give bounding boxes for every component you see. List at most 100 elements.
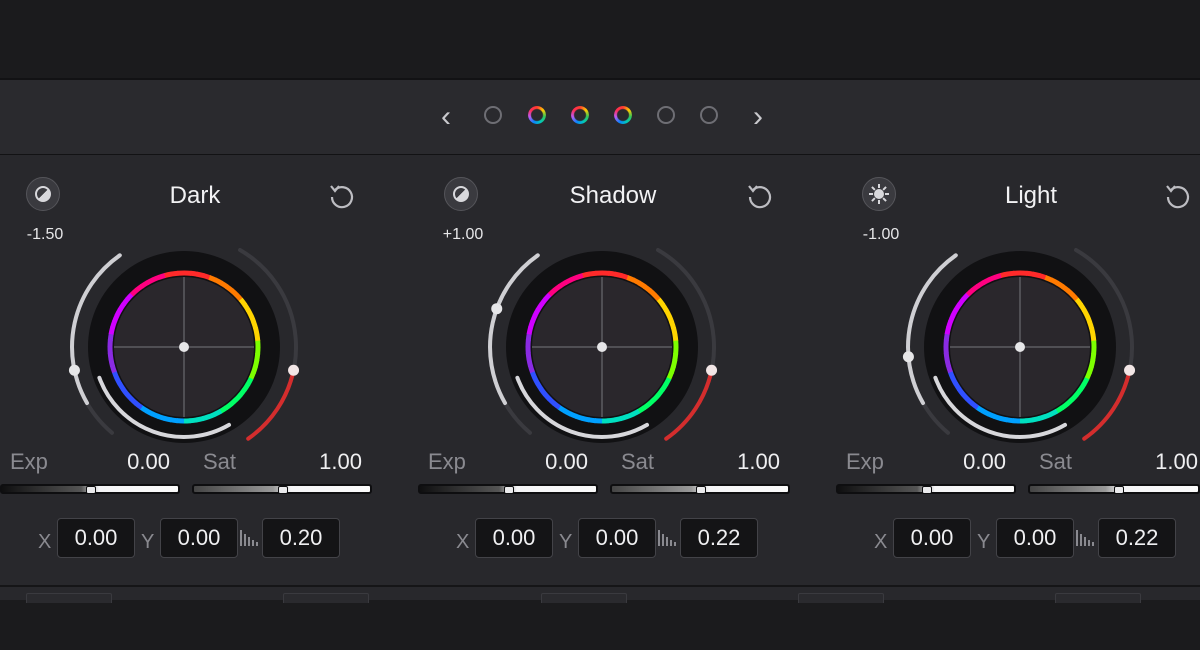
hue-knob[interactable] <box>706 364 718 376</box>
hue-ring-segment <box>109 364 117 374</box>
hue-ring-segment <box>535 382 544 391</box>
color-wheel[interactable] <box>64 227 304 467</box>
hue-ring-segment <box>945 364 953 374</box>
falloff-field[interactable]: 0.22 <box>1098 518 1176 558</box>
hue-ring-segment <box>112 313 120 323</box>
hue-ring-segment <box>981 408 990 417</box>
hue-ring-segment <box>993 272 1003 280</box>
sat-slider[interactable] <box>610 484 790 494</box>
exp-slider-handle[interactable] <box>504 486 514 494</box>
reset-icon[interactable] <box>326 180 358 212</box>
bottom-tab[interactable] <box>541 593 627 603</box>
bottom-bar <box>0 600 1200 650</box>
y-field[interactable]: 0.00 <box>578 518 656 558</box>
hue-ring-segment <box>248 371 256 381</box>
hue-ring-segment <box>114 308 123 317</box>
hue-ring-segment <box>107 352 114 361</box>
reset-icon[interactable] <box>744 180 776 212</box>
hue-ring-segment <box>608 270 617 277</box>
hue-ring-segment <box>117 302 126 312</box>
page-dot-2[interactable] <box>528 106 546 124</box>
bottom-tab[interactable] <box>1055 593 1141 603</box>
hue-ring-segment <box>663 308 672 318</box>
bottom-tab[interactable] <box>798 593 884 603</box>
hue-ring-segment <box>170 270 179 277</box>
falloff-field[interactable]: 0.20 <box>262 518 340 558</box>
exp-label: Exp <box>846 449 884 474</box>
hue-ring-segment <box>582 271 591 278</box>
hue-ring-segment <box>251 320 259 330</box>
hue-ring-segment <box>672 333 679 342</box>
wheel-center-puck[interactable] <box>179 342 189 352</box>
hue-ring-segment <box>1078 382 1087 392</box>
sat-slider-handle[interactable] <box>696 486 706 494</box>
bottom-tab[interactable] <box>283 593 369 603</box>
hue-ring-segment <box>669 320 677 330</box>
exp-label: Exp <box>10 449 48 474</box>
hue-knob[interactable] <box>288 364 300 376</box>
page-dot-1[interactable] <box>484 106 502 124</box>
x-field[interactable]: 0.00 <box>475 518 553 558</box>
y-label: Y <box>141 531 155 553</box>
exp-slider-handle[interactable] <box>86 486 96 494</box>
bottom-tab[interactable] <box>26 593 112 603</box>
hue-ring-segment <box>248 314 257 324</box>
sat-value: 1.00 <box>737 449 780 474</box>
hue-ring-segment <box>953 302 962 312</box>
y-field[interactable]: 0.00 <box>160 518 238 558</box>
sat-label: Sat <box>1039 449 1073 474</box>
sat-slider[interactable] <box>192 484 372 494</box>
falloff-field[interactable]: 0.22 <box>680 518 758 558</box>
sat-slider[interactable] <box>1028 484 1200 494</box>
exp-slider[interactable] <box>0 484 180 494</box>
x-label: X <box>456 531 470 553</box>
exp-slider[interactable] <box>836 484 1016 494</box>
hue-ring-segment <box>254 333 261 342</box>
hue-ring-segment <box>525 332 532 341</box>
x-field[interactable]: 0.00 <box>893 518 971 558</box>
hue-ring-segment <box>535 302 544 312</box>
gain-knob[interactable] <box>491 303 503 315</box>
hue-ring-segment <box>607 417 616 424</box>
page-dot-3[interactable] <box>571 106 589 124</box>
hue-ring-segment <box>663 377 672 386</box>
hue-ring-segment <box>242 303 251 312</box>
page-dot-5[interactable] <box>657 106 675 124</box>
hue-ring-segment <box>526 326 534 335</box>
hue-ring-segment <box>530 313 538 323</box>
hue-knob[interactable] <box>1124 364 1136 376</box>
sat-value: 1.00 <box>1155 449 1198 474</box>
gain-knob[interactable] <box>902 351 914 363</box>
hue-ring-segment <box>946 320 954 329</box>
exp-slider-handle[interactable] <box>922 486 932 494</box>
hue-ring-segment <box>1025 417 1034 424</box>
y-field[interactable]: 0.00 <box>996 518 1074 558</box>
sat-slider-handle[interactable] <box>278 486 288 494</box>
hue-ring-segment <box>219 405 228 414</box>
hue-ring-segment <box>981 277 991 286</box>
wheel-center-puck[interactable] <box>1015 342 1025 352</box>
wheel-center-puck[interactable] <box>597 342 607 352</box>
hue-ring-segment <box>666 314 675 324</box>
hue-ring-segment <box>666 371 674 381</box>
chevron-right-icon[interactable]: › <box>745 100 771 134</box>
reset-icon[interactable] <box>1162 180 1194 212</box>
hue-ring-segment <box>245 308 254 318</box>
exp-slider[interactable] <box>418 484 598 494</box>
color-wheel[interactable] <box>900 227 1140 467</box>
falloff-bars-icon <box>240 530 260 546</box>
color-wheel[interactable] <box>482 227 722 467</box>
hue-ring-segment <box>1037 414 1047 422</box>
hue-ring-segment <box>110 320 118 329</box>
hue-ring-segment <box>107 332 114 341</box>
x-label: X <box>38 531 52 553</box>
hue-ring-segment <box>532 308 541 317</box>
x-field[interactable]: 0.00 <box>57 518 135 558</box>
sat-slider-handle[interactable] <box>1114 486 1124 494</box>
hue-ring-segment <box>1078 303 1087 312</box>
page-dot-6[interactable] <box>700 106 718 124</box>
page-dot-4[interactable] <box>614 106 632 124</box>
gain-knob[interactable] <box>68 364 80 376</box>
hue-ring-segment <box>950 308 959 317</box>
chevron-left-icon[interactable]: ‹ <box>433 100 459 134</box>
